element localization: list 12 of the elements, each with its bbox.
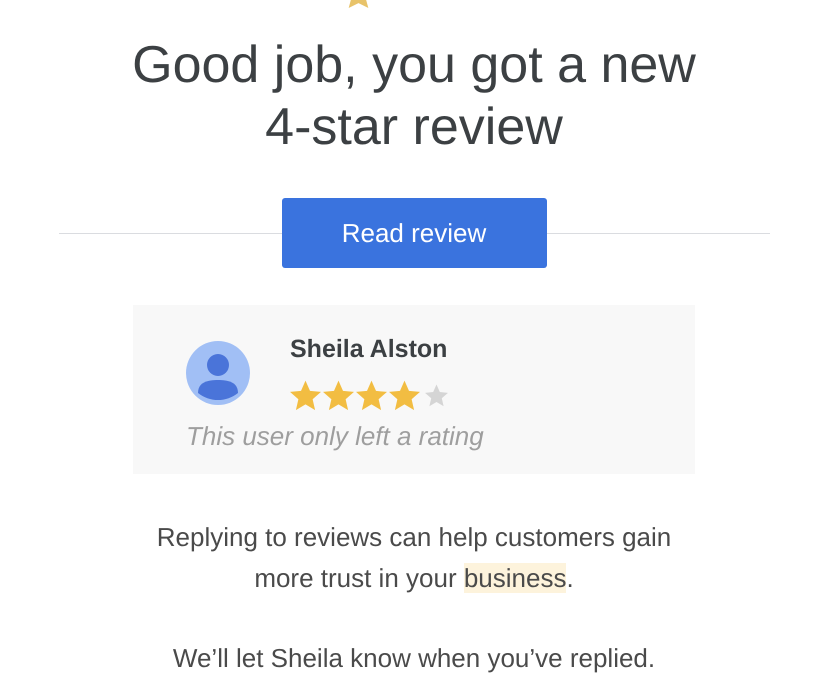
star-icon	[356, 380, 387, 410]
body-text: We’ll let Sheila know when you’ve replied.	[172, 644, 656, 672]
body-text: Replying to reviews can help customers gain more trust in your business.	[156, 521, 672, 595]
headline: Good job, you got a new 4-star review	[131, 35, 697, 158]
reviewer-name: Sheila Alston	[290, 334, 448, 364]
star-icon	[323, 380, 354, 410]
star-icon	[389, 380, 420, 410]
read-review-button[interactable]: Read review	[282, 198, 546, 268]
avatar-icon	[186, 340, 250, 404]
star-icon	[290, 380, 321, 410]
star-icon	[425, 384, 448, 406]
review-comment: This user only left a rating	[186, 421, 485, 451]
